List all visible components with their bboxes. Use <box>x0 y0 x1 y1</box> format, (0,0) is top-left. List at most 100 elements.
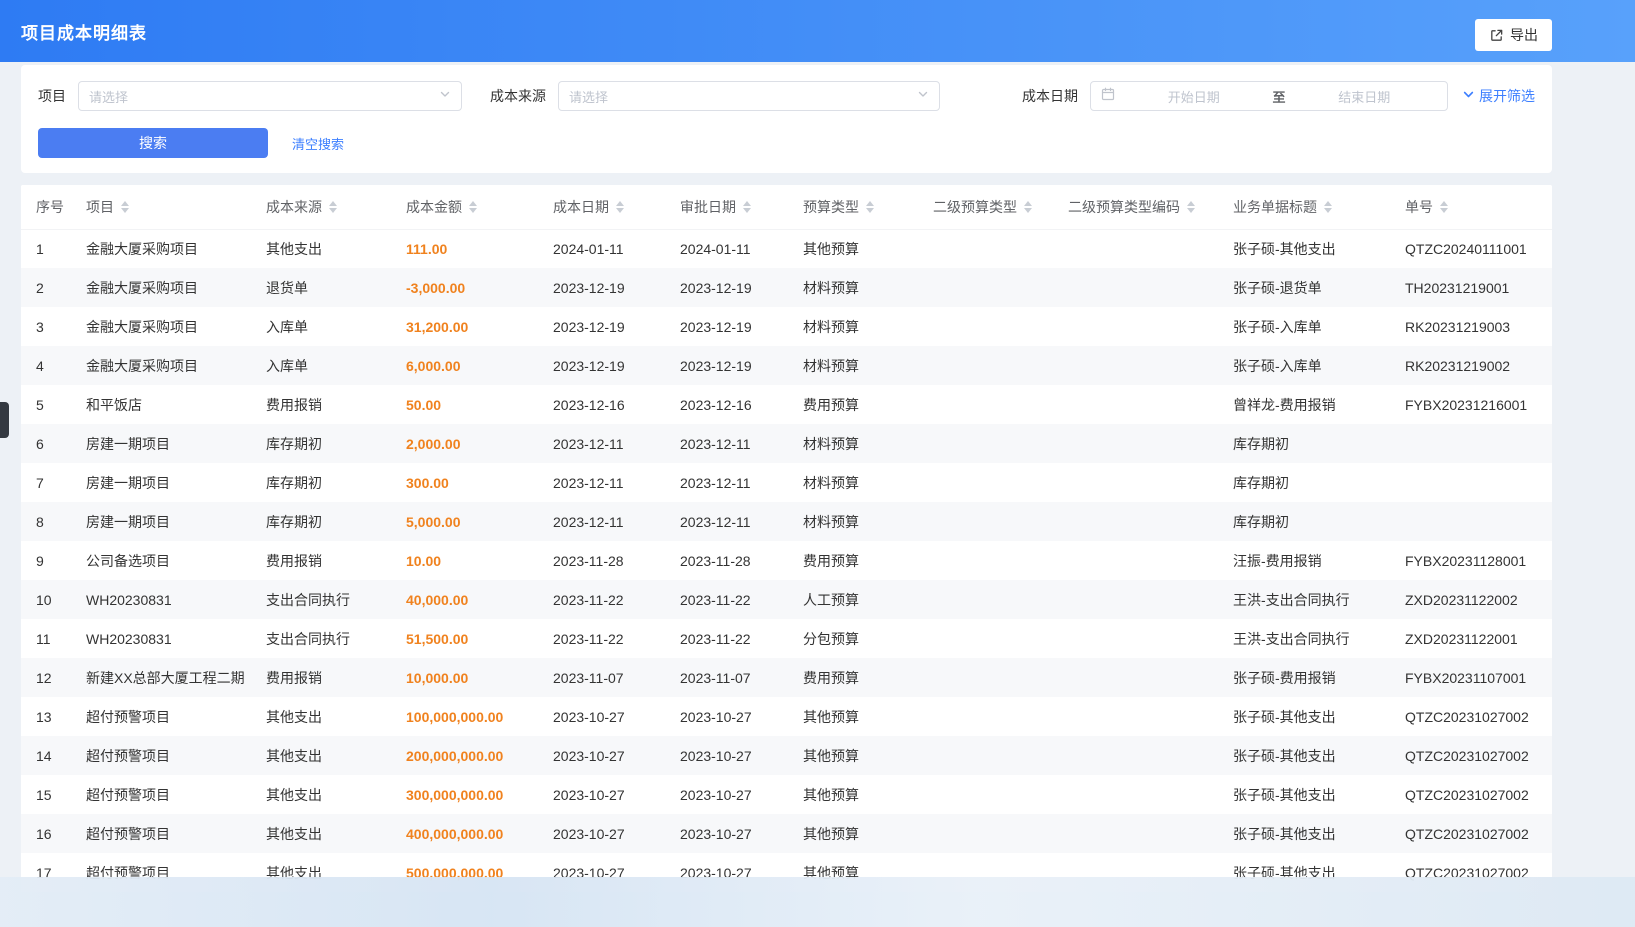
column-header[interactable]: 审批日期 <box>672 185 795 229</box>
cell-doc-no: QTZC20240111001 <box>1397 229 1552 268</box>
column-header[interactable]: 单号 <box>1397 185 1552 229</box>
sort-carets-icon[interactable] <box>121 201 129 213</box>
table-row[interactable]: 16 超付预警项目 其他支出 400,000,000.00 2023-10-27… <box>21 814 1552 853</box>
cell-budget-type: 费用预算 <box>795 385 925 424</box>
cell-sub-budget-code <box>1060 424 1225 463</box>
cell-sub-budget-code <box>1060 541 1225 580</box>
table-header-row: 序号 项目 成本来源 成本金额 成本日期 审批日期 预算类型 二级预算类型 二级… <box>21 185 1552 229</box>
cell-cost-date: 2023-12-19 <box>545 346 672 385</box>
cell-sub-budget-type <box>925 853 1060 892</box>
cell-amount: 200,000,000.00 <box>398 736 545 775</box>
end-date-input[interactable]: 结束日期 <box>1292 87 1438 106</box>
side-drawer-handle[interactable] <box>0 402 9 438</box>
table-row[interactable]: 17 超付预警项目 其他支出 500,000,000.00 2023-10-27… <box>21 853 1552 892</box>
cell-doc-no <box>1397 502 1552 541</box>
sort-carets-icon[interactable] <box>616 201 624 213</box>
table-row[interactable]: 14 超付预警项目 其他支出 200,000,000.00 2023-10-27… <box>21 736 1552 775</box>
cell-doc-no: QTZC20231027002 <box>1397 814 1552 853</box>
cell-amount: 10,000.00 <box>398 658 545 697</box>
table-row[interactable]: 1 金融大厦采购项目 其他支出 111.00 2024-01-11 2024-0… <box>21 229 1552 268</box>
cost-source-select[interactable]: 请选择 <box>558 81 940 111</box>
column-header-label: 项目 <box>86 199 114 215</box>
cell-project: 超付预警项目 <box>78 814 258 853</box>
cell-doc-no: FYBX20231128001 <box>1397 541 1552 580</box>
clear-search-link[interactable]: 清空搜索 <box>292 134 344 153</box>
table-row[interactable]: 5 和平饭店 费用报销 50.00 2023-12-16 2023-12-16 … <box>21 385 1552 424</box>
cell-sub-budget-code <box>1060 307 1225 346</box>
column-header[interactable]: 业务单据标题 <box>1225 185 1397 229</box>
table-row[interactable]: 15 超付预警项目 其他支出 300,000,000.00 2023-10-27… <box>21 775 1552 814</box>
sort-carets-icon[interactable] <box>1440 201 1448 213</box>
sort-carets-icon[interactable] <box>866 201 874 213</box>
table-row[interactable]: 4 金融大厦采购项目 入库单 6,000.00 2023-12-19 2023-… <box>21 346 1552 385</box>
cell-cost-date: 2023-11-22 <box>545 580 672 619</box>
cell-sub-budget-code <box>1060 385 1225 424</box>
cell-budget-type: 材料预算 <box>795 424 925 463</box>
cell-cost-date: 2023-11-22 <box>545 619 672 658</box>
column-header-label: 审批日期 <box>680 199 736 215</box>
source-filter-label: 成本来源 <box>490 86 546 106</box>
table-row[interactable]: 7 房建一期项目 库存期初 300.00 2023-12-11 2023-12-… <box>21 463 1552 502</box>
cell-approval-date: 2023-12-19 <box>672 307 795 346</box>
cost-date-range-picker[interactable]: 开始日期 至 结束日期 <box>1090 81 1448 111</box>
cell-doc-no: QTZC20231027002 <box>1397 697 1552 736</box>
table-row[interactable]: 10 WH20230831 支出合同执行 40,000.00 2023-11-2… <box>21 580 1552 619</box>
cell-source: 库存期初 <box>258 424 398 463</box>
cell-project: 超付预警项目 <box>78 775 258 814</box>
cell-doc-no: ZXD20231122002 <box>1397 580 1552 619</box>
cell-budget-type: 其他预算 <box>795 853 925 892</box>
sort-carets-icon[interactable] <box>1324 201 1332 213</box>
cell-amount: 5,000.00 <box>398 502 545 541</box>
cell-cost-date: 2024-01-11 <box>545 229 672 268</box>
cell-sub-budget-type <box>925 463 1060 502</box>
cell-source: 库存期初 <box>258 463 398 502</box>
cell-source: 其他支出 <box>258 736 398 775</box>
column-header-label: 单号 <box>1405 199 1433 215</box>
export-button[interactable]: 导出 <box>1475 19 1552 51</box>
cell-sub-budget-code <box>1060 502 1225 541</box>
column-header[interactable]: 成本来源 <box>258 185 398 229</box>
project-filter-label: 项目 <box>38 86 66 106</box>
cell-approval-date: 2024-01-11 <box>672 229 795 268</box>
column-header[interactable]: 成本金额 <box>398 185 545 229</box>
sort-carets-icon[interactable] <box>329 201 337 213</box>
start-date-input[interactable]: 开始日期 <box>1121 87 1267 106</box>
table-row[interactable]: 6 房建一期项目 库存期初 2,000.00 2023-12-11 2023-1… <box>21 424 1552 463</box>
expand-filters-link[interactable]: 展开筛选 <box>1462 86 1535 106</box>
table-row[interactable]: 8 房建一期项目 库存期初 5,000.00 2023-12-11 2023-1… <box>21 502 1552 541</box>
cost-table-card: 序号 项目 成本来源 成本金额 成本日期 审批日期 预算类型 二级预算类型 二级… <box>21 185 1552 892</box>
cell-sub-budget-type <box>925 229 1060 268</box>
cell-approval-date: 2023-11-28 <box>672 541 795 580</box>
sort-carets-icon[interactable] <box>743 201 751 213</box>
cell-source: 退货单 <box>258 268 398 307</box>
cell-cost-date: 2023-12-11 <box>545 424 672 463</box>
search-button[interactable]: 搜索 <box>38 128 268 158</box>
sort-carets-icon[interactable] <box>1187 201 1195 213</box>
cell-project: WH20230831 <box>78 580 258 619</box>
project-select[interactable]: 请选择 <box>78 81 462 111</box>
column-header[interactable]: 预算类型 <box>795 185 925 229</box>
table-row[interactable]: 13 超付预警项目 其他支出 100,000,000.00 2023-10-27… <box>21 697 1552 736</box>
cell-index: 16 <box>21 814 78 853</box>
column-header[interactable]: 项目 <box>78 185 258 229</box>
table-row[interactable]: 12 新建XX总部大厦工程二期 费用报销 10,000.00 2023-11-0… <box>21 658 1552 697</box>
cell-approval-date: 2023-10-27 <box>672 814 795 853</box>
cell-index: 15 <box>21 775 78 814</box>
table-row[interactable]: 3 金融大厦采购项目 入库单 31,200.00 2023-12-19 2023… <box>21 307 1552 346</box>
table-row[interactable]: 11 WH20230831 支出合同执行 51,500.00 2023-11-2… <box>21 619 1552 658</box>
cell-approval-date: 2023-12-19 <box>672 268 795 307</box>
column-header[interactable]: 二级预算类型编码 <box>1060 185 1225 229</box>
sort-carets-icon[interactable] <box>1024 201 1032 213</box>
cell-sub-budget-type <box>925 775 1060 814</box>
table-row[interactable]: 2 金融大厦采购项目 退货单 -3,000.00 2023-12-19 2023… <box>21 268 1552 307</box>
cell-cost-date: 2023-11-07 <box>545 658 672 697</box>
export-button-label: 导出 <box>1510 25 1538 45</box>
cell-sub-budget-type <box>925 502 1060 541</box>
table-row[interactable]: 9 公司备选项目 费用报销 10.00 2023-11-28 2023-11-2… <box>21 541 1552 580</box>
sort-carets-icon[interactable] <box>469 201 477 213</box>
cell-source: 入库单 <box>258 307 398 346</box>
cell-project: 房建一期项目 <box>78 502 258 541</box>
column-header[interactable]: 二级预算类型 <box>925 185 1060 229</box>
column-header[interactable]: 成本日期 <box>545 185 672 229</box>
cell-amount: 111.00 <box>398 229 545 268</box>
